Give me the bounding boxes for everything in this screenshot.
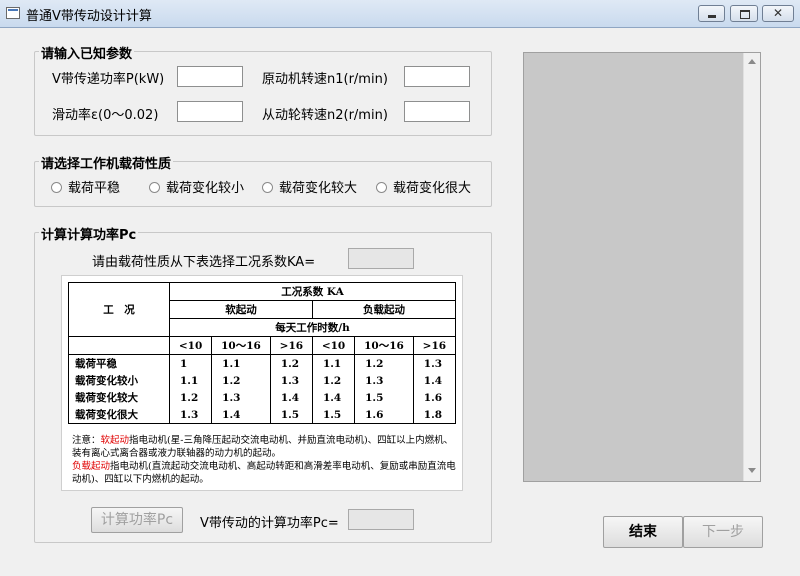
ka-cell: 1.4 bbox=[269, 389, 313, 406]
ka-cell: 1.5 bbox=[269, 406, 313, 424]
ka-hour-col: >16 bbox=[269, 336, 313, 355]
ka-cell: 1.6 bbox=[354, 406, 414, 424]
ka-row-label: 载荷变化较大 bbox=[68, 389, 170, 406]
calc-pc-button[interactable]: 计算功率Pc bbox=[91, 507, 183, 533]
ka-cell: 1.1 bbox=[311, 354, 356, 372]
ka-cell: 1.3 bbox=[211, 389, 271, 406]
close-button[interactable]: ✕ bbox=[762, 5, 794, 22]
ka-cell: 1.4 bbox=[211, 406, 271, 424]
ka-row: 载荷变化很大 1.3 1.4 1.5 1.5 1.6 1.8 bbox=[68, 406, 457, 424]
radio-circle-icon bbox=[51, 182, 62, 193]
radio-label: 载荷变化较大 bbox=[279, 181, 358, 196]
maximize-button[interactable] bbox=[730, 5, 758, 22]
ka-input[interactable] bbox=[348, 248, 414, 269]
ka-cell: 1.2 bbox=[168, 389, 213, 406]
display-panel bbox=[523, 52, 761, 482]
ka-hours-header: 每天工作时数/h bbox=[169, 318, 456, 337]
pc-label: V带传动的计算功率Pc= bbox=[200, 516, 339, 531]
calc-power-legend: 计算计算功率Pc bbox=[39, 224, 139, 243]
scroll-down-icon[interactable] bbox=[748, 468, 756, 473]
power-label: V带传递功率P(kW) bbox=[52, 72, 165, 87]
ka-cell: 1.5 bbox=[311, 406, 356, 424]
load-nature-legend: 请选择工作机载荷性质 bbox=[39, 153, 174, 172]
radio-label: 载荷变化较小 bbox=[166, 181, 245, 196]
ka-cell: 1.5 bbox=[354, 389, 414, 406]
ka-cell: 1.3 bbox=[168, 406, 213, 424]
ka-table: 工 况 工况系数 KA 软起动 负载起动 每天工作时数/h <10 10～16 … bbox=[68, 282, 457, 424]
ka-cell: 1.3 bbox=[269, 372, 313, 389]
ka-hour-col: 10～16 bbox=[354, 336, 414, 355]
scroll-up-icon[interactable] bbox=[748, 59, 756, 64]
ka-row: 载荷变化较小 1.1 1.2 1.3 1.2 1.3 1.4 bbox=[68, 372, 457, 389]
ka-hour-col: 10～16 bbox=[211, 336, 271, 355]
known-params-group: 请输入已知参数 bbox=[34, 43, 492, 136]
ka-row-label: 载荷变化很大 bbox=[68, 406, 170, 424]
speed-n2-label: 从动轮转速n2(r/min) bbox=[262, 108, 388, 123]
app-icon bbox=[6, 7, 20, 19]
ka-prompt: 请由载荷性质从下表选择工况系数KA= bbox=[92, 255, 316, 270]
radio-load-steady[interactable]: 载荷平稳 bbox=[51, 177, 120, 196]
note-soft-text: 指电动机(星-三角降压起动交流电动机、并励直流电动机)、四缸以上内燃机、装有离心… bbox=[72, 435, 454, 459]
ka-cell: 1.1 bbox=[211, 354, 271, 372]
note-prefix: 注意： bbox=[72, 435, 101, 446]
next-step-button[interactable]: 下一步 bbox=[683, 516, 763, 548]
speed-n1-label: 原动机转速n1(r/min) bbox=[262, 72, 388, 87]
radio-load-small-change[interactable]: 载荷变化较小 bbox=[149, 177, 244, 196]
finish-button[interactable]: 结束 bbox=[603, 516, 683, 548]
note-load-term: 负载起动 bbox=[72, 461, 111, 472]
radio-load-large-change[interactable]: 载荷变化较大 bbox=[262, 177, 357, 196]
maximize-icon bbox=[731, 6, 757, 21]
ka-corner-cell bbox=[68, 336, 170, 355]
pc-output[interactable] bbox=[348, 509, 414, 530]
ka-row-label: 载荷平稳 bbox=[68, 354, 170, 372]
power-input[interactable] bbox=[177, 66, 243, 87]
radio-circle-icon bbox=[376, 182, 387, 193]
ka-cell: 1.8 bbox=[412, 406, 457, 424]
ka-cell: 1.1 bbox=[168, 372, 213, 389]
ka-condition-header: 工 况 bbox=[68, 282, 170, 337]
ka-cell: 1.4 bbox=[311, 389, 356, 406]
vertical-scrollbar[interactable] bbox=[743, 53, 760, 481]
radio-circle-icon bbox=[149, 182, 160, 193]
note-load-text: 指电动机(直流起动交流电动机、高起动转距和高滑差率电动机、复励或串励直流电动机)… bbox=[72, 461, 456, 485]
minimize-button[interactable] bbox=[698, 5, 725, 22]
ka-cell: 1.6 bbox=[412, 389, 457, 406]
radio-label: 载荷变化很大 bbox=[393, 181, 472, 196]
radio-circle-icon bbox=[262, 182, 273, 193]
ka-load-start-header: 负载起动 bbox=[311, 300, 457, 319]
ka-cell: 1.2 bbox=[311, 372, 356, 389]
ka-soft-start-header: 软起动 bbox=[169, 300, 313, 319]
ka-cell: 1.4 bbox=[412, 372, 457, 389]
speed-n2-input[interactable] bbox=[404, 101, 470, 122]
slip-input[interactable] bbox=[177, 101, 243, 122]
ka-table-title: 工况系数 KA bbox=[169, 282, 456, 301]
ka-table-image: 工 况 工况系数 KA 软起动 负载起动 每天工作时数/h <10 10～16 … bbox=[61, 275, 463, 491]
radio-label: 载荷平稳 bbox=[68, 181, 121, 196]
ka-table-note: 注意：软起动指电动机(星-三角降压起动交流电动机、并励直流电动机)、四缸以上内燃… bbox=[72, 434, 458, 486]
ka-cell: 1.2 bbox=[211, 372, 271, 389]
ka-cell: 1.3 bbox=[354, 372, 414, 389]
known-params-legend: 请输入已知参数 bbox=[39, 43, 135, 62]
ka-row-label: 载荷变化较小 bbox=[68, 372, 170, 389]
ka-hour-col: >16 bbox=[412, 336, 457, 355]
ka-hour-col: <10 bbox=[168, 336, 213, 355]
ka-row: 载荷变化较大 1.2 1.3 1.4 1.4 1.5 1.6 bbox=[68, 389, 457, 406]
ka-cell: 1.2 bbox=[354, 354, 414, 372]
ka-cell: 1 bbox=[168, 354, 213, 372]
ka-hour-col: <10 bbox=[311, 336, 356, 355]
window-title: 普通V带传动设计计算 bbox=[26, 9, 152, 24]
minimize-icon bbox=[699, 6, 724, 21]
ka-row: 载荷平稳 1 1.1 1.2 1.1 1.2 1.3 bbox=[68, 354, 457, 372]
ka-cell: 1.2 bbox=[269, 354, 313, 372]
slip-label: 滑动率ε(0～0.02) bbox=[52, 108, 159, 123]
ka-cell: 1.3 bbox=[412, 354, 457, 372]
note-soft-term: 软起动 bbox=[100, 435, 130, 446]
speed-n1-input[interactable] bbox=[404, 66, 470, 87]
radio-load-very-large-change[interactable]: 载荷变化很大 bbox=[376, 177, 471, 196]
close-icon: ✕ bbox=[772, 6, 784, 20]
title-bar: 普通V带传动设计计算 ✕ bbox=[0, 0, 800, 28]
